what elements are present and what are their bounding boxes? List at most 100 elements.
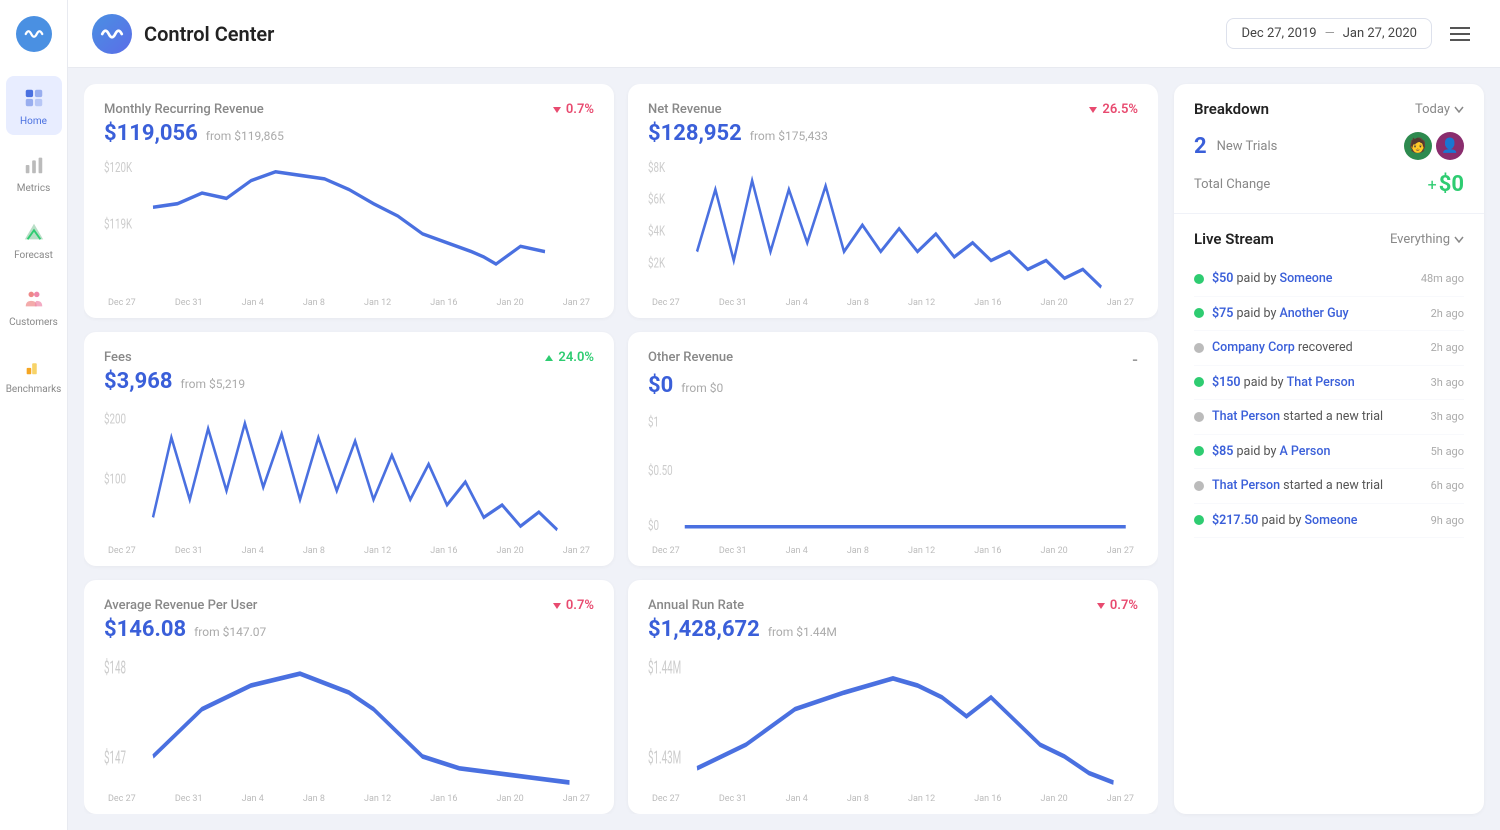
fees-from: from $5,219 (181, 377, 246, 391)
header: Control Center Dec 27, 2019 — Jan 27, 20… (68, 0, 1500, 68)
stream-item-6: That Person started a new trial 6h ago (1194, 469, 1464, 504)
live-stream-title: Live Stream (1194, 230, 1274, 248)
total-change-row: Total Change + $0 (1194, 172, 1464, 197)
fees-chart-svg: $200 $100 (104, 402, 594, 544)
right-panel: Breakdown Today 2 New Trials 🧑 👤 Total (1174, 84, 1484, 814)
menu-button[interactable] (1444, 18, 1476, 50)
customers-icon (20, 285, 48, 313)
arpu-value: $146.08 (104, 617, 186, 642)
sidebar-item-metrics[interactable]: Metrics (6, 143, 62, 202)
svg-text:$6K: $6K (648, 191, 665, 207)
other-revenue-from: from $0 (681, 381, 723, 395)
svg-text:$148: $148 (104, 656, 126, 679)
breakdown-dropdown[interactable]: Today (1415, 102, 1464, 117)
other-revenue-chart-svg: $1 $0.50 $0 (648, 406, 1138, 544)
svg-text:$120K: $120K (104, 159, 132, 175)
arpu-title: Average Revenue Per User (104, 598, 552, 613)
sidebar-item-customers-label: Customers (9, 317, 58, 328)
fees-value: $3,968 (104, 369, 173, 394)
header-logo (92, 14, 132, 54)
date-from: Dec 27, 2019 (1241, 26, 1316, 41)
net-revenue-chart-card: Net Revenue 26.5% $128,952 from $175,433… (628, 84, 1158, 318)
net-revenue-chart-svg: $8K $6K $4K $2K (648, 154, 1138, 296)
stream-text-7: $217.50 paid by Someone (1212, 512, 1423, 530)
svg-text:$1.44M: $1.44M (648, 656, 681, 679)
new-trials-label: New Trials (1217, 139, 1394, 154)
arpu-chart-card: Average Revenue Per User 0.7% $146.08 fr… (84, 580, 614, 814)
arr-value: $1,428,672 (648, 617, 760, 642)
forecast-icon (20, 218, 48, 246)
stream-dot-4 (1194, 412, 1204, 422)
stream-time-5: 5h ago (1431, 445, 1464, 458)
sidebar-logo (16, 16, 52, 52)
home-icon (20, 84, 48, 112)
stream-text-1: $75 paid by Another Guy (1212, 305, 1423, 323)
date-dash: — (1325, 26, 1335, 41)
stream-text-5: $85 paid by A Person (1212, 443, 1423, 461)
other-revenue-title: Other Revenue (648, 350, 1132, 365)
total-change-value: $0 (1439, 172, 1464, 197)
arr-badge: 0.7% (1096, 598, 1138, 613)
sidebar-item-forecast-label: Forecast (14, 250, 53, 261)
sidebar: Home Metrics Forecast (0, 0, 68, 830)
charts-grid: Monthly Recurring Revenue 0.7% $119,056 … (84, 84, 1158, 814)
content-area: Monthly Recurring Revenue 0.7% $119,056 … (68, 68, 1500, 830)
mrr-badge: 0.7% (552, 102, 594, 117)
live-stream-section: Live Stream Everything $50 paid by Someo… (1174, 214, 1484, 814)
svg-text:$147: $147 (104, 746, 126, 769)
svg-text:$1.43M: $1.43M (648, 746, 681, 769)
svg-text:$0: $0 (648, 518, 659, 534)
live-stream-dropdown[interactable]: Everything (1390, 232, 1464, 247)
sidebar-item-metrics-label: Metrics (17, 183, 51, 194)
sidebar-item-benchmarks-label: Benchmarks (6, 384, 62, 395)
stream-item-3: $150 paid by That Person 3h ago (1194, 366, 1464, 401)
net-revenue-x-labels: Dec 27 Dec 31 Jan 4 Jan 8 Jan 12 Jan 16 … (648, 298, 1138, 308)
sidebar-item-customers[interactable]: Customers (6, 277, 62, 336)
arpu-from: from $147.07 (194, 625, 266, 639)
stream-item-0: $50 paid by Someone 48m ago (1194, 262, 1464, 297)
new-trials-row: 2 New Trials 🧑 👤 (1194, 132, 1464, 160)
svg-text:$119K: $119K (104, 216, 132, 232)
svg-text:$2K: $2K (648, 255, 665, 271)
arr-x-labels: Dec 27 Dec 31 Jan 4 Jan 8 Jan 12 Jan 16 … (648, 794, 1138, 804)
stream-dot-0 (1194, 274, 1204, 284)
stream-time-2: 2h ago (1431, 341, 1464, 354)
main-content: Control Center Dec 27, 2019 — Jan 27, 20… (68, 0, 1500, 830)
stream-item-7: $217.50 paid by Someone 9h ago (1194, 504, 1464, 539)
fees-chart-card: Fees 24.0% $3,968 from $5,219 $200 $100 (84, 332, 614, 566)
stream-item-4: That Person started a new trial 3h ago (1194, 400, 1464, 435)
fees-title: Fees (104, 350, 544, 365)
svg-text:$0.50: $0.50 (648, 462, 673, 478)
net-revenue-value: $128,952 (648, 121, 742, 146)
arr-chart-card: Annual Run Rate 0.7% $1,428,672 from $1.… (628, 580, 1158, 814)
mrr-chart-title: Monthly Recurring Revenue (104, 102, 552, 117)
sidebar-item-forecast[interactable]: Forecast (6, 210, 62, 269)
stream-dot-2 (1194, 343, 1204, 353)
net-revenue-from: from $175,433 (750, 129, 828, 143)
stream-time-3: 3h ago (1431, 376, 1464, 389)
svg-text:$100: $100 (104, 471, 126, 487)
sidebar-item-benchmarks[interactable]: Benchmarks (6, 344, 62, 403)
date-range-picker[interactable]: Dec 27, 2019 — Jan 27, 2020 (1226, 18, 1432, 49)
net-revenue-title: Net Revenue (648, 102, 1088, 117)
other-revenue-x-labels: Dec 27 Dec 31 Jan 4 Jan 8 Jan 12 Jan 16 … (648, 546, 1138, 556)
arpu-badge: 0.7% (552, 598, 594, 613)
avatar-1: 🧑 (1404, 132, 1432, 160)
svg-text:$4K: $4K (648, 223, 665, 239)
arr-from: from $1.44M (768, 625, 837, 639)
mrr-x-labels: Dec 27 Dec 31 Jan 4 Jan 8 Jan 12 Jan 16 … (104, 298, 594, 308)
fees-badge: 24.0% (544, 350, 594, 365)
other-revenue-badge: - (1132, 350, 1138, 369)
sidebar-item-home[interactable]: Home (6, 76, 62, 135)
svg-text:$1: $1 (648, 414, 659, 430)
mrr-value: $119,056 (104, 121, 198, 146)
stream-item-1: $75 paid by Another Guy 2h ago (1194, 297, 1464, 332)
svg-text:$200: $200 (104, 410, 126, 426)
stream-dot-7 (1194, 515, 1204, 525)
avatar-2: 👤 (1436, 132, 1464, 160)
svg-text:$8K: $8K (648, 159, 665, 175)
breakdown-section: Breakdown Today 2 New Trials 🧑 👤 Total (1174, 84, 1484, 214)
arr-title: Annual Run Rate (648, 598, 1096, 613)
stream-time-6: 6h ago (1431, 479, 1464, 492)
stream-time-1: 2h ago (1431, 307, 1464, 320)
